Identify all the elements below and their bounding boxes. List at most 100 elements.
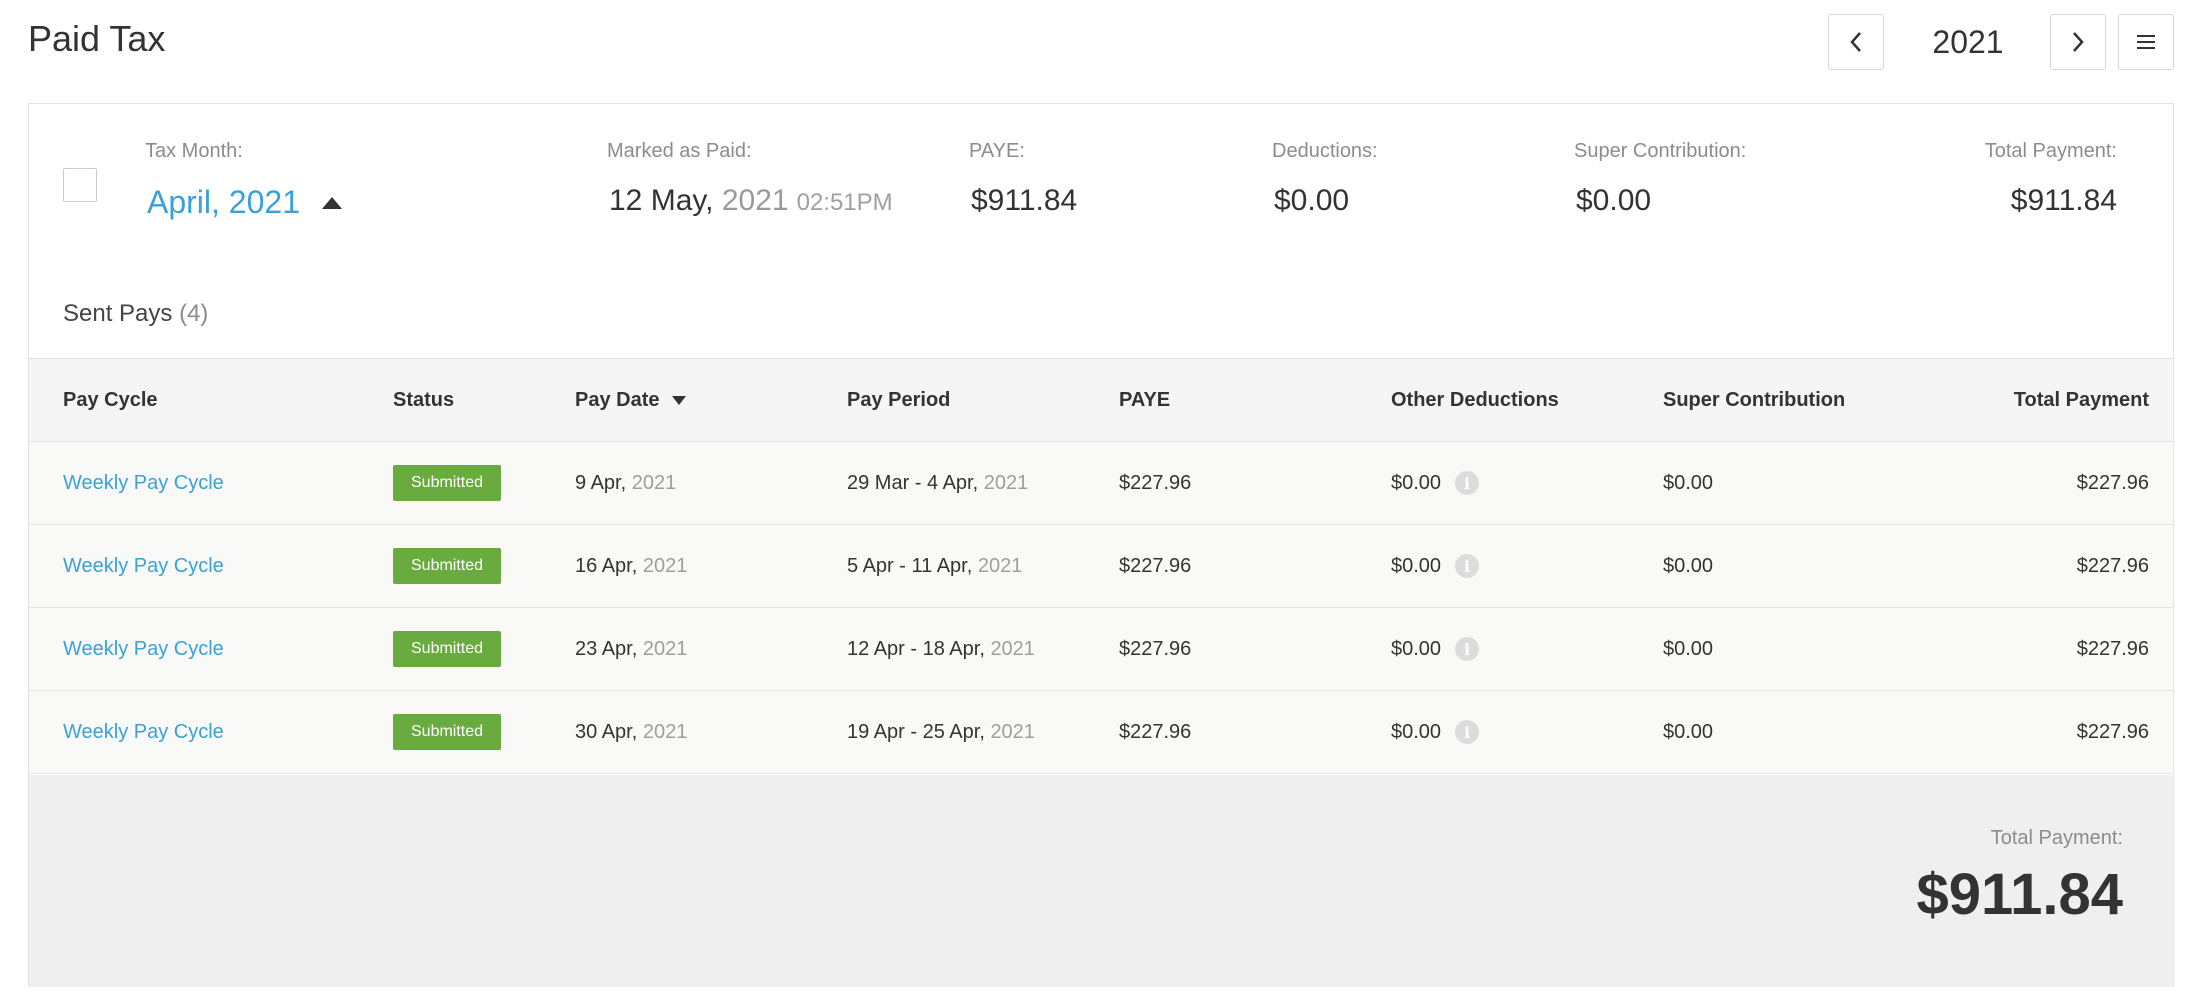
pay-period: 19 Apr - 25 Apr, [847, 720, 985, 743]
select-checkbox[interactable] [63, 168, 97, 202]
super-contribution-cell: $0.00 [1663, 720, 1714, 743]
col-pay-date-label: Pay Date [575, 388, 660, 411]
previous-year-button[interactable] [1828, 14, 1884, 70]
col-paye: PAYE [1119, 388, 1171, 411]
status-badge: Submitted [393, 631, 502, 667]
deductions-value: $0.00 [1274, 184, 1350, 217]
sort-desc-icon [671, 395, 686, 405]
tax-month-label: Tax Month: [145, 140, 243, 162]
pay-period: 12 Apr - 18 Apr, [847, 637, 985, 660]
total-payment-cell: $227.96 [2076, 637, 2149, 660]
super-contribution-cell: $0.00 [1663, 471, 1714, 494]
pay-date-cell: 16 Apr, 2021 [575, 525, 687, 607]
sent-pays-title: Sent Pays (4) [63, 300, 208, 328]
col-pay-date[interactable]: Pay Date [575, 359, 686, 441]
tax-month-toggle[interactable]: April, 2021 [147, 184, 342, 221]
tax-month-card: Tax Month: April, 2021 Marked as Paid: 1… [28, 103, 2174, 987]
marked-paid-date: 12 May, [609, 184, 714, 217]
footer-total-label: Total Payment: [1990, 827, 2123, 849]
paye-cell: $227.96 [1119, 720, 1192, 743]
pay-date-year: 2021 [642, 554, 688, 577]
super-contribution-cell: $0.00 [1663, 637, 1714, 660]
sent-pays-count: (4) [179, 300, 209, 327]
total-payment-label: Total Payment: [1984, 140, 2117, 162]
page-title: Paid Tax [28, 18, 166, 59]
pay-period-year: 2021 [990, 637, 1035, 660]
pay-period-year: 2021 [983, 471, 1029, 494]
other-deductions-value: $0.00 [1391, 720, 1442, 743]
marked-paid-time: 02:51PM [796, 189, 893, 216]
pay-cycle-link[interactable]: Weekly Pay Cycle [63, 525, 224, 607]
col-pay-cycle: Pay Cycle [63, 388, 158, 411]
year-label: 2021 [1932, 23, 2004, 60]
pay-period-cell: 12 Apr - 18 Apr, 2021 [847, 608, 1035, 690]
pay-date-year: 2021 [631, 471, 677, 494]
marked-paid-label: Marked as Paid: [607, 140, 752, 162]
paye-value: $911.84 [971, 184, 1078, 217]
col-pay-period: Pay Period [847, 388, 951, 411]
pay-period-cell: 19 Apr - 25 Apr, 2021 [847, 691, 1035, 773]
table-header: Pay Cycle Status Pay Date Pay Period PAY… [29, 358, 2173, 442]
next-year-button[interactable] [2050, 14, 2106, 70]
col-total-payment: Total Payment [2013, 388, 2149, 411]
status-badge: Submitted [393, 465, 502, 501]
table-row: Weekly Pay Cycle Submitted 30 Apr, 2021 … [29, 691, 2173, 774]
paye-label: PAYE: [969, 140, 1025, 162]
other-deductions-cell: $0.00 i [1391, 691, 1480, 773]
pay-period-cell: 5 Apr - 11 Apr, 2021 [847, 525, 1022, 607]
status-badge: Submitted [393, 714, 502, 750]
col-status: Status [393, 388, 455, 411]
pay-period-cell: 29 Mar - 4 Apr, 2021 [847, 442, 1028, 524]
pay-date-year: 2021 [642, 637, 688, 660]
other-deductions-cell: $0.00 i [1391, 442, 1480, 524]
other-deductions-cell: $0.00 i [1391, 525, 1480, 607]
total-payment-cell: $227.96 [2076, 720, 2149, 743]
paye-cell: $227.96 [1119, 554, 1192, 577]
table-row: Weekly Pay Cycle Submitted 9 Apr, 2021 2… [29, 442, 2173, 525]
pay-date: 9 Apr, [575, 471, 627, 494]
pay-period: 5 Apr - 11 Apr, [847, 554, 973, 577]
caret-up-icon [321, 196, 342, 209]
sent-pays-label: Sent Pays [63, 300, 173, 327]
pay-cycle-link[interactable]: Weekly Pay Cycle [63, 442, 224, 524]
total-payment-cell: $227.96 [2076, 471, 2149, 494]
total-payment-cell: $227.96 [2076, 554, 2149, 577]
total-payment-value: $911.84 [2010, 184, 2117, 217]
pay-date-year: 2021 [642, 720, 688, 743]
super-contribution-cell: $0.00 [1663, 554, 1714, 577]
col-super-contribution: Super Contribution [1663, 388, 1846, 411]
table-body: Weekly Pay Cycle Submitted 9 Apr, 2021 2… [29, 442, 2173, 774]
menu-button[interactable] [2118, 14, 2174, 70]
pay-date-cell: 23 Apr, 2021 [575, 608, 687, 690]
footer-total-value: $911.84 [1916, 862, 2123, 927]
other-deductions-value: $0.00 [1391, 471, 1442, 494]
super-contribution-label: Super Contribution: [1574, 140, 1747, 162]
pay-period-year: 2021 [977, 554, 1023, 577]
tax-month-value: April, 2021 [147, 184, 300, 220]
pay-cycle-link[interactable]: Weekly Pay Cycle [63, 691, 224, 773]
totals-footer: Total Payment: $911.84 [29, 775, 2173, 987]
pay-period-year: 2021 [990, 720, 1035, 743]
deductions-label: Deductions: [1272, 140, 1378, 162]
chevron-right-icon [2073, 32, 2084, 52]
pay-period: 29 Mar - 4 Apr, [847, 471, 979, 494]
pay-cycle-link[interactable]: Weekly Pay Cycle [63, 608, 224, 690]
col-other-deductions: Other Deductions [1391, 388, 1559, 411]
pay-date: 23 Apr, [575, 637, 638, 660]
info-icon[interactable]: i [1455, 720, 1480, 744]
super-contribution-value: $0.00 [1576, 184, 1652, 217]
marked-paid-year: 2021 [721, 184, 789, 217]
pay-date: 30 Apr, [575, 720, 638, 743]
pay-date: 16 Apr, [575, 554, 638, 577]
marked-paid-value: 12 May, 2021 02:51PM [609, 184, 893, 218]
other-deductions-cell: $0.00 i [1391, 608, 1480, 690]
chevron-left-icon [1850, 32, 1861, 52]
status-badge: Submitted [393, 548, 502, 584]
info-icon[interactable]: i [1455, 637, 1480, 661]
info-icon[interactable]: i [1455, 471, 1480, 495]
info-icon[interactable]: i [1455, 554, 1480, 578]
other-deductions-value: $0.00 [1391, 637, 1442, 660]
paye-cell: $227.96 [1119, 471, 1192, 494]
other-deductions-value: $0.00 [1391, 554, 1442, 577]
pay-date-cell: 30 Apr, 2021 [575, 691, 687, 773]
